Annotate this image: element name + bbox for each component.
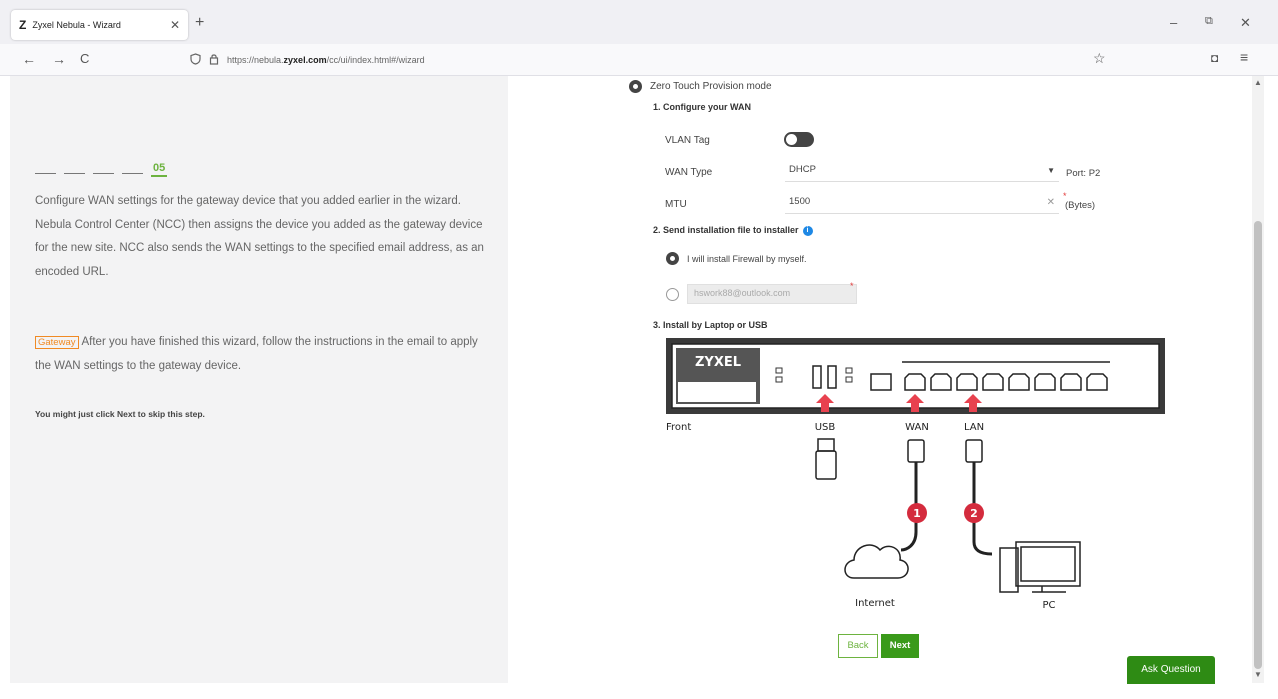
pocket-icon[interactable]: ◘ bbox=[1211, 51, 1218, 65]
scroll-thumb[interactable] bbox=[1254, 221, 1262, 669]
menu-icon[interactable]: ≡ bbox=[1240, 49, 1248, 65]
close-tab-icon[interactable]: ✕ bbox=[170, 18, 180, 32]
reload-icon[interactable]: C bbox=[80, 51, 89, 66]
section-send-installation: 2. Send installation file to installer i bbox=[653, 225, 813, 236]
installer-email-input[interactable]: hswork88@outlook.com bbox=[687, 284, 857, 304]
install-myself-radio[interactable] bbox=[666, 252, 679, 265]
scroll-down-icon[interactable]: ▼ bbox=[1254, 670, 1262, 679]
usb-stick-icon bbox=[815, 438, 837, 480]
step-indicator: 05 bbox=[35, 162, 168, 177]
badge-two-text: 2 bbox=[970, 507, 978, 520]
address-bar[interactable]: https://nebula.zyxel.com/cc/ui/index.htm… bbox=[190, 48, 1115, 72]
badge-one-text: 1 bbox=[913, 507, 921, 520]
vlan-tag-toggle[interactable] bbox=[784, 132, 814, 147]
page-scrollbar[interactable]: ▲ ▼ bbox=[1252, 76, 1264, 683]
device-diagram-svg: ZYXEL Front USB WAN LAN 1 2 Internet PC bbox=[666, 338, 1165, 611]
skip-hint: You might just click Next to skip this s… bbox=[35, 409, 205, 419]
mtu-label: MTU bbox=[665, 199, 687, 210]
ztp-radio[interactable] bbox=[629, 80, 642, 93]
wizard-form-pane: Zero Touch Provision mode 1. Configure y… bbox=[508, 76, 1252, 683]
minimize-window-button[interactable]: – bbox=[1170, 15, 1177, 30]
section-install-laptop-usb: 3. Install by Laptop or USB bbox=[653, 320, 768, 330]
ztp-mode-option[interactable]: Zero Touch Provision mode bbox=[629, 80, 772, 93]
lock-icon bbox=[209, 53, 219, 68]
section-send-installation-text: 2. Send installation file to installer bbox=[653, 225, 799, 235]
scroll-up-icon[interactable]: ▲ bbox=[1254, 78, 1262, 87]
wan-type-value: DHCP bbox=[789, 164, 816, 175]
zyxel-favicon-icon: Z bbox=[19, 18, 27, 32]
install-by-myself-option[interactable]: I will install Firewall by myself. bbox=[666, 252, 807, 265]
current-step-number: 05 bbox=[151, 162, 168, 177]
email-installer-radio[interactable] bbox=[666, 287, 679, 301]
wan-type-select[interactable]: DHCP ▼ bbox=[785, 162, 1059, 182]
bookmark-star-icon[interactable]: ☆ bbox=[1093, 50, 1106, 67]
required-mark: * bbox=[850, 281, 854, 291]
forward-arrow-icon[interactable]: → bbox=[52, 51, 66, 67]
clear-icon[interactable]: ✕ bbox=[1047, 197, 1055, 208]
vlan-tag-label: VLAN Tag bbox=[665, 135, 710, 146]
usb-label: USB bbox=[815, 422, 836, 433]
step-dash bbox=[64, 173, 85, 174]
url-text: https://nebula.zyxel.com/cc/ui/index.htm… bbox=[227, 55, 425, 65]
section-configure-wan: 1. Configure your WAN bbox=[653, 102, 752, 112]
step-dash bbox=[122, 173, 143, 174]
restore-window-button[interactable]: ⧉ bbox=[1205, 15, 1213, 28]
port-label: Port: P2 bbox=[1066, 168, 1101, 179]
close-window-button[interactable]: ✕ bbox=[1240, 15, 1251, 31]
internet-label: Internet bbox=[855, 598, 895, 609]
step-description: Configure WAN settings for the gateway d… bbox=[35, 195, 484, 278]
pc-icon bbox=[999, 541, 1081, 593]
info-icon[interactable]: i bbox=[802, 225, 813, 236]
install-myself-label: I will install Firewall by myself. bbox=[687, 253, 807, 264]
shield-icon bbox=[190, 52, 201, 68]
lan-plug-icon bbox=[965, 439, 983, 463]
pc-label: PC bbox=[1042, 600, 1055, 611]
new-tab-button[interactable]: + bbox=[195, 14, 204, 32]
step-dash bbox=[35, 173, 56, 174]
lan-label: LAN bbox=[964, 422, 984, 433]
wan-label: WAN bbox=[905, 422, 929, 433]
cloud-icon bbox=[844, 544, 909, 579]
wan-plug-icon bbox=[907, 439, 925, 463]
email-installer-option[interactable]: hswork88@outlook.com bbox=[666, 284, 857, 304]
device-brand: ZYXEL bbox=[695, 355, 741, 370]
browser-tab[interactable]: Z Zyxel Nebula - Wizard ✕ bbox=[11, 10, 188, 40]
browser-tab-bar: Z Zyxel Nebula - Wizard ✕ + – ⧉ ✕ bbox=[0, 0, 1278, 44]
ask-question-button[interactable]: Ask Question bbox=[1127, 656, 1215, 684]
front-label: Front bbox=[666, 422, 691, 433]
browser-nav-bar: ← → C https://nebula.zyxel.com/cc/ui/ind… bbox=[0, 44, 1278, 76]
next-button[interactable]: Next bbox=[881, 634, 919, 658]
step-dash bbox=[93, 173, 114, 174]
gateway-tip-text: After you have finished this wizard, fol… bbox=[35, 336, 478, 372]
back-arrow-icon[interactable]: ← bbox=[22, 51, 36, 67]
gateway-tag: Gateway bbox=[35, 336, 79, 349]
installation-diagram: ZYXEL Front USB WAN LAN 1 2 Internet PC bbox=[666, 336, 1166, 626]
back-button[interactable]: Back bbox=[838, 634, 878, 658]
ztp-label: Zero Touch Provision mode bbox=[650, 81, 772, 92]
tab-title: Zyxel Nebula - Wizard bbox=[32, 20, 121, 30]
gateway-tip: Gateway After you have finished this wiza… bbox=[35, 331, 485, 378]
wan-type-label: WAN Type bbox=[665, 167, 713, 178]
bytes-label: (Bytes) bbox=[1065, 200, 1096, 211]
caret-down-icon: ▼ bbox=[1047, 166, 1055, 175]
wizard-help-pane: 05 Configure WAN settings for the gatewa… bbox=[10, 76, 508, 683]
mtu-input[interactable]: 1500 ✕ bbox=[785, 194, 1059, 214]
mtu-value: 1500 bbox=[789, 196, 811, 207]
label-sticker bbox=[678, 382, 756, 402]
